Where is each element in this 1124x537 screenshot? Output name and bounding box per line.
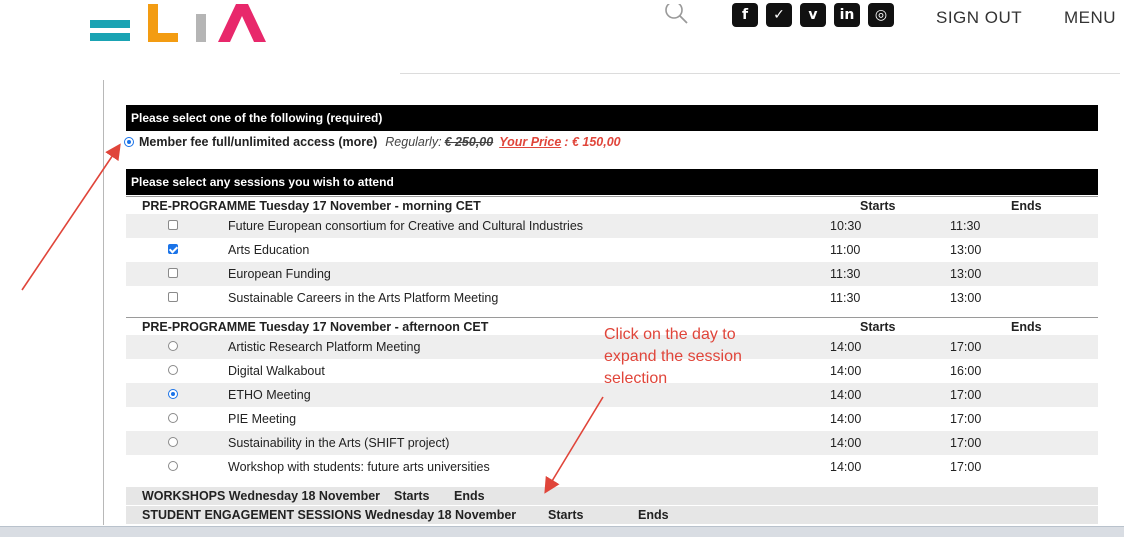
session-checkbox[interactable]	[168, 220, 178, 230]
session-name: Future European consortium for Creative …	[228, 219, 584, 233]
session-row[interactable]: Arts Education 11:00 13:00	[126, 238, 1098, 262]
day-title: WORKSHOPS Wednesday 18 November	[142, 489, 381, 503]
starts-header: Starts	[860, 199, 896, 213]
session-row[interactable]: European Funding 11:30 13:00	[126, 262, 1098, 286]
vimeo-icon[interactable]: v	[800, 3, 826, 27]
search-icon[interactable]	[664, 1, 690, 35]
session-end: 13:00	[950, 243, 982, 257]
ends-header: Ends	[638, 508, 669, 522]
day-header-morning[interactable]: PRE-PROGRAMME Tuesday 17 November - morn…	[126, 196, 1098, 215]
session-name: Digital Walkabout	[228, 364, 325, 378]
session-name: PIE Meeting	[228, 412, 297, 426]
ends-header: Ends	[454, 489, 485, 503]
session-row[interactable]: PIE Meeting 14:00 17:00	[126, 407, 1098, 431]
session-start: 14:00	[830, 340, 862, 354]
session-checkbox[interactable]	[168, 292, 178, 302]
session-start: 11:30	[830, 291, 861, 305]
session-row[interactable]: Future European consortium for Creative …	[126, 214, 1098, 238]
day-header-workshops[interactable]: WORKSHOPS Wednesday 18 November Starts E…	[126, 487, 1098, 505]
session-name: Sustainability in the Arts (SHIFT projec…	[228, 436, 450, 450]
social-links: f ✓ v in ◎	[732, 3, 894, 27]
session-end: 13:00	[950, 291, 982, 305]
session-name: ETHO Meeting	[228, 388, 311, 402]
day-title: STUDENT ENGAGEMENT SESSIONS Wednesday 18…	[142, 508, 517, 522]
horizontal-scrollbar[interactable]	[0, 526, 1124, 537]
member-fee-radio[interactable]	[124, 137, 134, 147]
sign-out-link[interactable]: SIGN OUT	[936, 8, 1022, 28]
session-start: 14:00	[830, 436, 862, 450]
day-title: PRE-PROGRAMME Tuesday 17 November - afte…	[142, 320, 489, 334]
arrow-to-member-fee	[21, 143, 121, 291]
session-end: 17:00	[950, 412, 982, 426]
session-start: 11:30	[830, 267, 861, 281]
session-row[interactable]: Sustainability in the Arts (SHIFT projec…	[126, 431, 1098, 455]
session-start: 14:00	[830, 388, 862, 402]
session-end: 17:00	[950, 340, 982, 354]
content-left-border	[103, 80, 104, 525]
session-name: Artistic Research Platform Meeting	[228, 340, 421, 354]
session-start: 14:00	[830, 412, 862, 426]
session-start: 11:00	[830, 243, 861, 257]
linkedin-icon[interactable]: in	[834, 3, 860, 27]
session-radio[interactable]	[168, 461, 178, 471]
session-start: 10:30	[830, 219, 862, 233]
session-end: 17:00	[950, 388, 982, 402]
session-name: Workshop with students: future arts univ…	[228, 460, 490, 474]
session-row[interactable]: Sustainable Careers in the Arts Platform…	[126, 286, 1098, 310]
session-name: Sustainable Careers in the Arts Platform…	[228, 291, 499, 305]
day-header-student-engagement[interactable]: STUDENT ENGAGEMENT SESSIONS Wednesday 18…	[126, 506, 1098, 524]
ends-header: Ends	[1011, 320, 1042, 334]
menu-link[interactable]: MENU	[1064, 8, 1116, 28]
session-end: 16:00	[950, 364, 982, 378]
your-price-value: : € 150,00	[564, 135, 621, 149]
session-end: 17:00	[950, 436, 982, 450]
session-end: 11:30	[950, 219, 981, 233]
starts-header: Starts	[394, 489, 430, 503]
annotation-note: Click on the day to expand the session s…	[604, 326, 742, 387]
ends-header: Ends	[1011, 199, 1042, 213]
elia-logo[interactable]	[88, 0, 278, 44]
session-row[interactable]: Workshop with students: future arts univ…	[126, 455, 1098, 479]
sessions-heading: Please select any sessions you wish to a…	[126, 169, 1098, 195]
old-price: € 250,00	[444, 135, 494, 149]
session-radio[interactable]	[168, 389, 178, 399]
starts-header: Starts	[548, 508, 584, 522]
session-checkbox[interactable]	[168, 244, 178, 254]
twitter-icon[interactable]: ✓	[766, 3, 792, 27]
member-fee-label[interactable]: Member fee full/unlimited access (more)	[139, 135, 377, 149]
fee-heading: Please select one of the following (requ…	[126, 105, 1098, 131]
session-end: 17:00	[950, 460, 982, 474]
regular-price: Regularly: € 250,00	[385, 135, 494, 149]
facebook-icon[interactable]: f	[732, 3, 758, 27]
session-radio[interactable]	[168, 437, 178, 447]
session-start: 14:00	[830, 460, 862, 474]
member-fee-option[interactable]: Member fee full/unlimited access (more) …	[124, 133, 621, 151]
session-start: 14:00	[830, 364, 862, 378]
session-radio[interactable]	[168, 341, 178, 351]
instagram-icon[interactable]: ◎	[868, 3, 894, 27]
session-radio[interactable]	[168, 413, 178, 423]
session-end: 13:00	[950, 267, 982, 281]
day-title: PRE-PROGRAMME Tuesday 17 November - morn…	[142, 199, 481, 213]
session-name: European Funding	[228, 267, 331, 281]
your-price-label: Your Price	[499, 135, 562, 149]
session-name: Arts Education	[228, 243, 310, 257]
session-checkbox[interactable]	[168, 268, 178, 278]
session-radio[interactable]	[168, 365, 178, 375]
starts-header: Starts	[860, 320, 896, 334]
header-divider	[400, 73, 1120, 74]
